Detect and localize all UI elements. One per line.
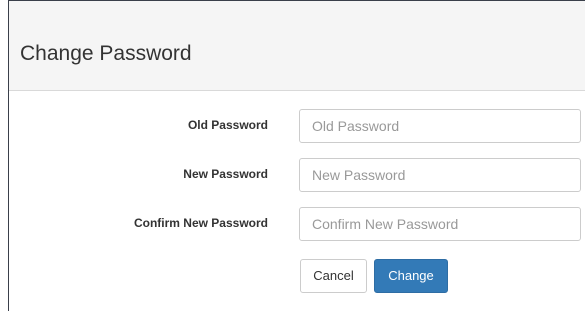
new-password-label: New Password <box>183 167 268 181</box>
confirm-password-row: Confirm New Password <box>9 207 585 241</box>
modal-header: Change Password <box>9 1 585 91</box>
new-password-row: New Password <box>9 158 585 192</box>
modal-title: Change Password <box>20 42 192 65</box>
confirm-password-label: Confirm New Password <box>133 216 268 230</box>
cancel-button[interactable]: Cancel <box>300 259 367 293</box>
old-password-input[interactable] <box>299 109 581 143</box>
new-password-input[interactable] <box>299 158 581 192</box>
form-actions: Cancel Change <box>9 259 585 293</box>
change-button[interactable]: Change <box>374 259 448 293</box>
old-password-label: Old Password <box>187 118 268 132</box>
confirm-password-input[interactable] <box>299 207 581 241</box>
change-password-modal: Change Password Old Password New Passwor… <box>8 0 585 311</box>
old-password-row: Old Password <box>9 109 585 143</box>
